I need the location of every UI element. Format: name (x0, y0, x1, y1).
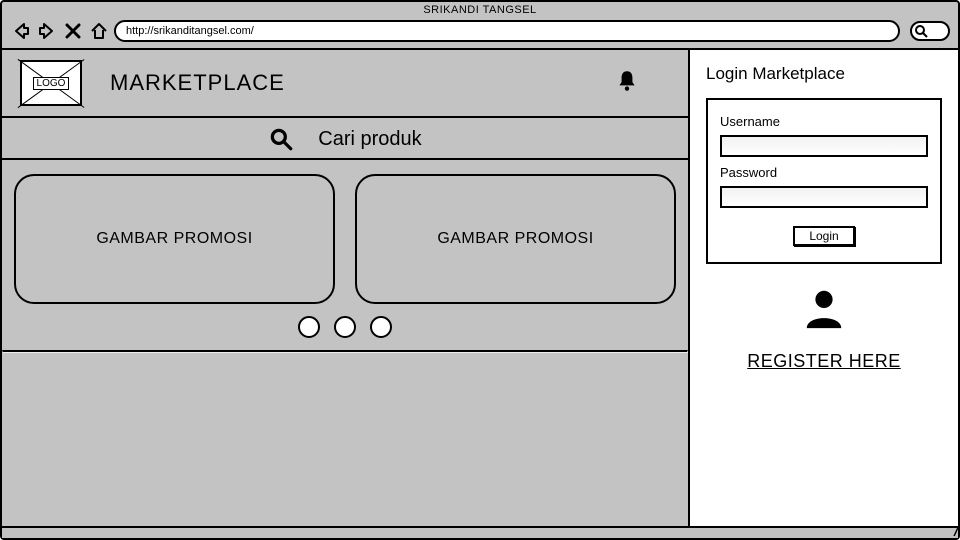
logo-text: LOGO (33, 77, 70, 90)
promo-label: GAMBAR PROMOSI (437, 230, 593, 248)
notifications-button[interactable] (614, 68, 640, 99)
login-button[interactable]: Login (793, 226, 854, 246)
home-icon[interactable] (88, 20, 110, 42)
window-title: SRIKANDI TANGSEL (2, 2, 958, 16)
search-icon (268, 126, 294, 152)
browser-toolbar: http://srikanditangsel.com/ (2, 16, 958, 48)
carousel-dots (2, 310, 688, 350)
logo-placeholder[interactable]: LOGO (20, 60, 82, 106)
password-input[interactable] (720, 186, 928, 208)
login-title: Login Marketplace (706, 64, 942, 84)
brand-title: MARKETPLACE (110, 70, 285, 96)
url-input[interactable]: http://srikanditangsel.com/ (114, 20, 900, 42)
username-label: Username (720, 114, 928, 129)
url-text: http://srikanditangsel.com/ (126, 25, 254, 37)
carousel-dot[interactable] (298, 316, 320, 338)
login-sidebar: Login Marketplace Username Password Logi… (688, 50, 958, 526)
search-icon (914, 24, 928, 38)
main-column: LOGO MARKETPLACE Cari produk (2, 50, 688, 526)
login-form: Username Password Login (706, 98, 942, 264)
site-header: LOGO MARKETPLACE (2, 50, 688, 118)
forward-icon[interactable] (36, 20, 58, 42)
password-label: Password (720, 165, 928, 180)
user-icon (801, 286, 847, 332)
register-area: REGISTER HERE (706, 286, 942, 372)
carousel-dot[interactable] (334, 316, 356, 338)
back-icon[interactable] (10, 20, 32, 42)
register-link[interactable]: REGISTER HERE (747, 351, 901, 372)
browser-search-pill[interactable] (910, 21, 950, 41)
product-search-bar[interactable]: Cari produk (2, 118, 688, 160)
status-bar: /// (2, 526, 958, 538)
stop-icon[interactable] (62, 20, 84, 42)
promo-slide[interactable]: GAMBAR PROMOSI (14, 174, 335, 304)
search-placeholder: Cari produk (318, 128, 421, 151)
username-input[interactable] (720, 135, 928, 157)
bell-icon (614, 68, 640, 94)
carousel-dot[interactable] (370, 316, 392, 338)
promo-label: GAMBAR PROMOSI (96, 230, 252, 248)
page-content: LOGO MARKETPLACE Cari produk (2, 48, 958, 526)
promo-carousel: GAMBAR PROMOSI GAMBAR PROMOSI (2, 160, 688, 310)
resize-grip-icon[interactable]: /// (954, 527, 955, 537)
section-divider (2, 350, 688, 353)
promo-slide[interactable]: GAMBAR PROMOSI (355, 174, 676, 304)
browser-window: SRIKANDI TANGSEL http://srikanditangsel.… (0, 0, 960, 540)
